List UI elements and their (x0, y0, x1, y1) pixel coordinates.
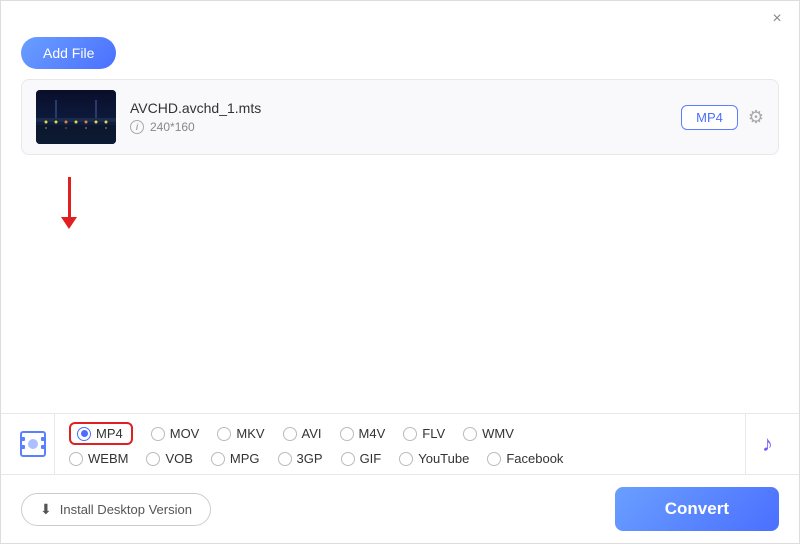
label-m4v: M4V (359, 426, 386, 441)
radio-youtube (399, 452, 413, 466)
file-meta: i 240*160 (130, 120, 667, 134)
radio-mp4-inner (81, 430, 88, 437)
arrow-area (1, 155, 799, 235)
label-avi: AVI (302, 426, 322, 441)
app-window: × Add File (0, 0, 800, 544)
label-mpg: MPG (230, 451, 260, 466)
radio-mov (151, 427, 165, 441)
label-vob: VOB (165, 451, 192, 466)
format-row-2: WEBM VOB MPG 3GP GIF (69, 451, 731, 466)
format-option-mov[interactable]: MOV (151, 426, 200, 441)
format-option-3gp[interactable]: 3GP (278, 451, 323, 466)
file-resolution: 240*160 (150, 120, 195, 134)
label-mkv: MKV (236, 426, 264, 441)
add-file-button[interactable]: Add File (21, 37, 116, 69)
convert-button[interactable]: Convert (615, 487, 779, 531)
label-youtube: YouTube (418, 451, 469, 466)
format-option-facebook[interactable]: Facebook (487, 451, 563, 466)
label-wmv: WMV (482, 426, 514, 441)
format-row-1: MP4 MOV MKV AVI M4V (69, 422, 731, 445)
audio-format-icon[interactable]: ♪ (745, 414, 789, 474)
file-thumbnail (36, 90, 116, 144)
arrow-shaft (68, 177, 71, 217)
music-note-icon: ♪ (762, 431, 773, 457)
title-bar: × (1, 1, 799, 33)
download-icon: ⬇ (40, 501, 52, 518)
radio-facebook (487, 452, 501, 466)
radio-mpg (211, 452, 225, 466)
file-name: AVCHD.avchd_1.mts (130, 100, 667, 116)
format-option-wmv[interactable]: WMV (463, 426, 514, 441)
format-option-mkv[interactable]: MKV (217, 426, 264, 441)
radio-mkv (217, 427, 231, 441)
file-actions: MP4 ⚙ (681, 105, 764, 130)
video-format-icon[interactable] (11, 414, 55, 474)
label-mp4: MP4 (96, 426, 123, 441)
toolbar: Add File (1, 33, 799, 79)
label-mov: MOV (170, 426, 200, 441)
radio-m4v (340, 427, 354, 441)
install-button[interactable]: ⬇ Install Desktop Version (21, 493, 211, 526)
format-option-avi[interactable]: AVI (283, 426, 322, 441)
radio-mp4 (77, 427, 91, 441)
file-info: AVCHD.avchd_1.mts i 240*160 (130, 100, 667, 134)
format-option-gif[interactable]: GIF (341, 451, 382, 466)
label-flv: FLV (422, 426, 445, 441)
bottom-bar: ⬇ Install Desktop Version Convert (1, 474, 799, 543)
label-gif: GIF (360, 451, 382, 466)
close-button[interactable]: × (769, 11, 785, 27)
radio-flv (403, 427, 417, 441)
info-icon: i (130, 120, 144, 134)
format-option-mpg[interactable]: MPG (211, 451, 260, 466)
radio-webm (69, 452, 83, 466)
radio-gif (341, 452, 355, 466)
label-3gp: 3GP (297, 451, 323, 466)
settings-icon[interactable]: ⚙ (748, 107, 764, 128)
radio-vob (146, 452, 160, 466)
format-option-webm[interactable]: WEBM (69, 451, 128, 466)
format-panel: MP4 MOV MKV AVI M4V (1, 413, 799, 474)
label-webm: WEBM (88, 451, 128, 466)
arrow-down (61, 177, 77, 229)
format-badge[interactable]: MP4 (681, 105, 738, 130)
radio-avi (283, 427, 297, 441)
format-option-vob[interactable]: VOB (146, 451, 192, 466)
format-options: MP4 MOV MKV AVI M4V (55, 414, 745, 474)
spacer (1, 155, 799, 413)
radio-wmv (463, 427, 477, 441)
format-option-flv[interactable]: FLV (403, 426, 445, 441)
format-option-mp4[interactable]: MP4 (69, 422, 133, 445)
file-list: AVCHD.avchd_1.mts i 240*160 MP4 ⚙ (21, 79, 779, 155)
film-icon (20, 431, 46, 457)
install-label: Install Desktop Version (60, 502, 192, 517)
arrow-head (61, 217, 77, 229)
format-option-youtube[interactable]: YouTube (399, 451, 469, 466)
format-option-m4v[interactable]: M4V (340, 426, 386, 441)
file-item: AVCHD.avchd_1.mts i 240*160 MP4 ⚙ (22, 80, 778, 154)
label-facebook: Facebook (506, 451, 563, 466)
radio-3gp (278, 452, 292, 466)
